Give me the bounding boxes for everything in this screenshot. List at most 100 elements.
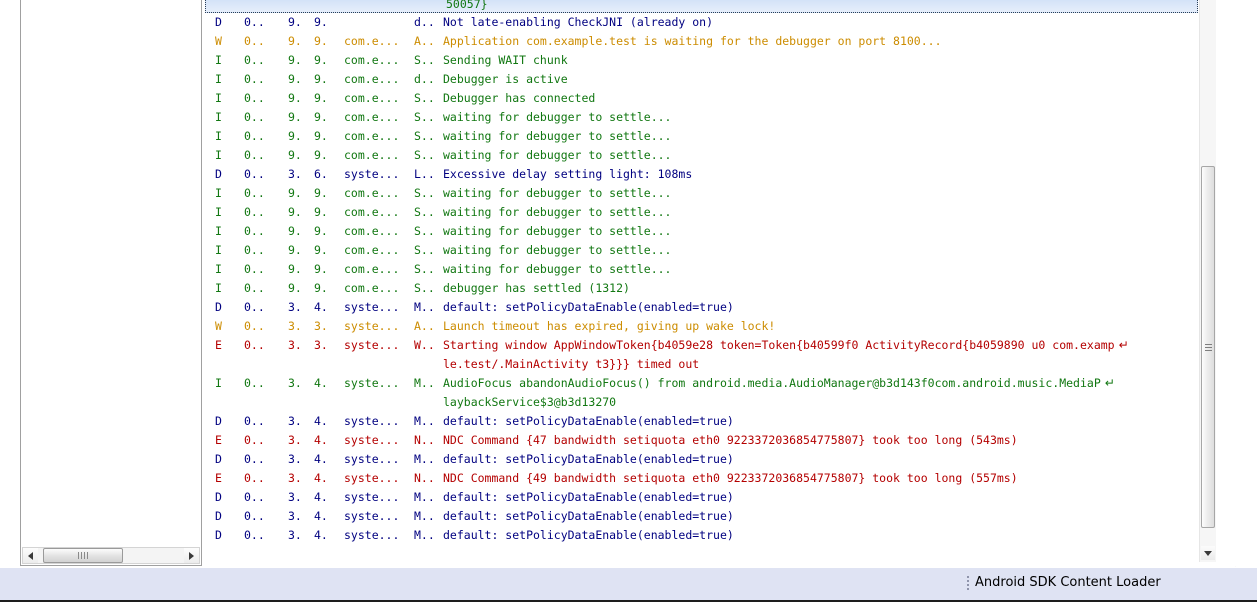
logcat-cell-pid: 3. — [288, 490, 302, 504]
logcat-cell-level: I — [215, 262, 222, 276]
logcat-cell-level: I — [215, 72, 222, 86]
logcat-cell-message: waiting for debugger to settle... — [443, 205, 672, 219]
logcat-panel[interactable]: 50057} D 0.. 9. 9. d.. Not late-enabling Chec… — [203, 0, 1236, 566]
logcat-row[interactable]: E 0.. 3. 4. syste... N.. NDC Command {49 bandw… — [203, 469, 1204, 488]
logcat-row[interactable]: D 0.. 3. 4. syste... M.. default: setPolicyDat… — [203, 412, 1204, 431]
logcat-cell-tag: N.. — [414, 433, 435, 447]
logcat-cell-tag: d.. — [414, 72, 435, 86]
scroll-down-arrow-button[interactable] — [1201, 546, 1215, 560]
logcat-row-selected[interactable]: 50057} — [205, 0, 1198, 13]
logcat-cell-tid: 9. — [314, 243, 328, 257]
logcat-row[interactable]: I 0.. 9. 9. com.e... S.. debugger has settled … — [203, 279, 1204, 298]
left-view-panel — [20, 0, 202, 566]
logcat-row-continuation[interactable]: le.test/.MainActivity t3}}} timed out — [203, 355, 1204, 374]
logcat-cell-time: 0.. — [244, 471, 265, 485]
logcat-cell-pid: 3. — [288, 452, 302, 466]
triangle-right-icon — [189, 551, 194, 560]
logcat-row[interactable]: I 0.. 9. 9. com.e... S.. waiting for debugger … — [203, 203, 1204, 222]
logcat-cell-pid: 9. — [288, 205, 302, 219]
logcat-cell-tag: M.. — [414, 509, 435, 523]
logcat-cell-level: D — [215, 509, 222, 523]
logcat-cell-time: 0.. — [244, 129, 265, 143]
logcat-cell-tag: A.. — [414, 319, 435, 333]
logcat-row[interactable]: D 0.. 3. 4. syste... M.. default: setPolicyDat… — [203, 526, 1204, 545]
logcat-cell-message: Excessive delay setting light: 108ms — [443, 167, 693, 181]
logcat-cell-time: 0.. — [244, 91, 265, 105]
logcat-cell-app: com.e... — [344, 148, 400, 162]
logcat-row[interactable]: I 0.. 9. 9. com.e... S.. waiting for debugger … — [203, 184, 1204, 203]
logcat-cell-tid: 9. — [314, 205, 328, 219]
logcat-cell-app: com.e... — [344, 243, 400, 257]
logcat-cell-pid: 9. — [288, 243, 302, 257]
logcat-row[interactable]: I 0.. 9. 9. com.e... S.. waiting for debugger … — [203, 108, 1204, 127]
logcat-cell-time: 0.. — [244, 243, 265, 257]
logcat-row[interactable]: I 0.. 9. 9. com.e... S.. waiting for debugger … — [203, 241, 1204, 260]
scroll-left-arrow-button[interactable] — [23, 548, 38, 563]
logcat-cell-app: com.e... — [344, 34, 400, 48]
logcat-row[interactable]: D 0.. 3. 4. syste... M.. default: setPolicyDat… — [203, 298, 1204, 317]
logcat-cell-tag: S.. — [414, 91, 435, 105]
logcat-row-list: 50057} D 0.. 9. 9. d.. Not late-enabling Chec… — [203, 0, 1204, 545]
logcat-cell-time: 0.. — [244, 72, 265, 86]
logcat-row[interactable]: W 0.. 9. 9. com.e... A.. Application com.examp… — [203, 32, 1204, 51]
logcat-cell-level: I — [215, 243, 222, 257]
logcat-row[interactable]: I 0.. 9. 9. com.e... d.. Debugger is active — [203, 70, 1204, 89]
logcat-vertical-scrollbar[interactable] — [1199, 0, 1216, 562]
logcat-cell-app: syste... — [344, 471, 400, 485]
logcat-cell-pid: 3. — [288, 471, 302, 485]
logcat-cell-time: 0.. — [244, 300, 265, 314]
logcat-cell-app: syste... — [344, 528, 400, 542]
logcat-selected-message: 50057} — [446, 0, 488, 11]
logcat-cell-app: syste... — [344, 433, 400, 447]
logcat-cell-app: syste... — [344, 167, 400, 181]
logcat-cell-message: default: setPolicyDataEnable(enabled=tru… — [443, 300, 734, 314]
logcat-row[interactable]: D 0.. 3. 4. syste... M.. default: setPolicyDat… — [203, 488, 1204, 507]
vertical-dots-grip-icon — [967, 575, 969, 590]
horizontal-scrollbar-thumb[interactable] — [43, 548, 123, 563]
logcat-cell-tag: N.. — [414, 471, 435, 485]
logcat-row[interactable]: D 0.. 3. 6. syste... L.. Excessive delay setti… — [203, 165, 1204, 184]
logcat-cell-level: I — [215, 110, 222, 124]
logcat-cell-tag: W.. — [414, 338, 435, 352]
vertical-scrollbar-thumb[interactable] — [1201, 166, 1215, 528]
logcat-cell-time: 0.. — [244, 148, 265, 162]
logcat-cell-app: syste... — [344, 509, 400, 523]
logcat-cell-time: 0.. — [244, 376, 265, 390]
line-wrap-icon: ↵ — [1104, 376, 1115, 390]
horizontal-scrollbar-track[interactable] — [38, 548, 184, 563]
logcat-cell-pid: 3. — [288, 167, 302, 181]
logcat-cell-time: 0.. — [244, 528, 265, 542]
logcat-cell-message: default: setPolicyDataEnable(enabled=tru… — [443, 509, 734, 523]
logcat-row[interactable]: I 0.. 9. 9. com.e... S.. Sending WAIT chunk — [203, 51, 1204, 70]
logcat-cell-message: default: setPolicyDataEnable(enabled=tru… — [443, 452, 734, 466]
logcat-row[interactable]: I 0.. 9. 9. com.e... S.. waiting for debugger … — [203, 127, 1204, 146]
logcat-cell-tid: 4. — [314, 433, 328, 447]
logcat-cell-tag: d.. — [414, 15, 435, 29]
logcat-row[interactable]: I 0.. 9. 9. com.e... S.. waiting for debugger … — [203, 260, 1204, 279]
logcat-cell-pid: 9. — [288, 34, 302, 48]
logcat-row[interactable]: D 0.. 3. 4. syste... M.. default: setPolicyDat… — [203, 507, 1204, 526]
left-panel-horizontal-scrollbar[interactable] — [22, 547, 200, 564]
logcat-row[interactable]: I 0.. 9. 9. com.e... S.. waiting for debugger … — [203, 222, 1204, 241]
logcat-cell-app: com.e... — [344, 72, 400, 86]
logcat-row[interactable]: D 0.. 9. 9. d.. Not late-enabling CheckJNI (a… — [203, 13, 1204, 32]
logcat-cell-tid: 9. — [314, 34, 328, 48]
logcat-row[interactable]: D 0.. 3. 4. syste... M.. default: setPolicyDat… — [203, 450, 1204, 469]
scroll-right-arrow-button[interactable] — [184, 548, 199, 563]
logcat-cell-level: D — [215, 490, 222, 504]
logcat-cell-level: I — [215, 53, 222, 67]
logcat-cell-tag: S.. — [414, 224, 435, 238]
logcat-cell-tag: S.. — [414, 53, 435, 67]
logcat-row-continuation[interactable]: laybackService$3@b3d13270 — [203, 393, 1204, 412]
logcat-cell-level: I — [215, 148, 222, 162]
logcat-row[interactable]: I 0.. 9. 9. com.e... S.. waiting for debugger … — [203, 146, 1204, 165]
logcat-row[interactable]: E 0.. 3. 4. syste... N.. NDC Command {47 bandw… — [203, 431, 1204, 450]
status-bar-item[interactable]: Android SDK Content Loader — [967, 575, 1161, 590]
logcat-row[interactable]: I 0.. 9. 9. com.e... S.. Debugger has connecte… — [203, 89, 1204, 108]
logcat-row[interactable]: I 0.. 3. 4. syste... M.. AudioFocus abandonAu… — [203, 374, 1204, 393]
logcat-row[interactable]: W 0.. 3. 3. syste... A.. Launch timeout has ex… — [203, 317, 1204, 336]
logcat-cell-message: waiting for debugger to settle... — [443, 186, 672, 200]
logcat-cell-pid: 9. — [288, 110, 302, 124]
logcat-row[interactable]: E 0.. 3. 3. syste... W.. Starting window AppWi… — [203, 336, 1204, 355]
logcat-cell-pid: 3. — [288, 338, 302, 352]
